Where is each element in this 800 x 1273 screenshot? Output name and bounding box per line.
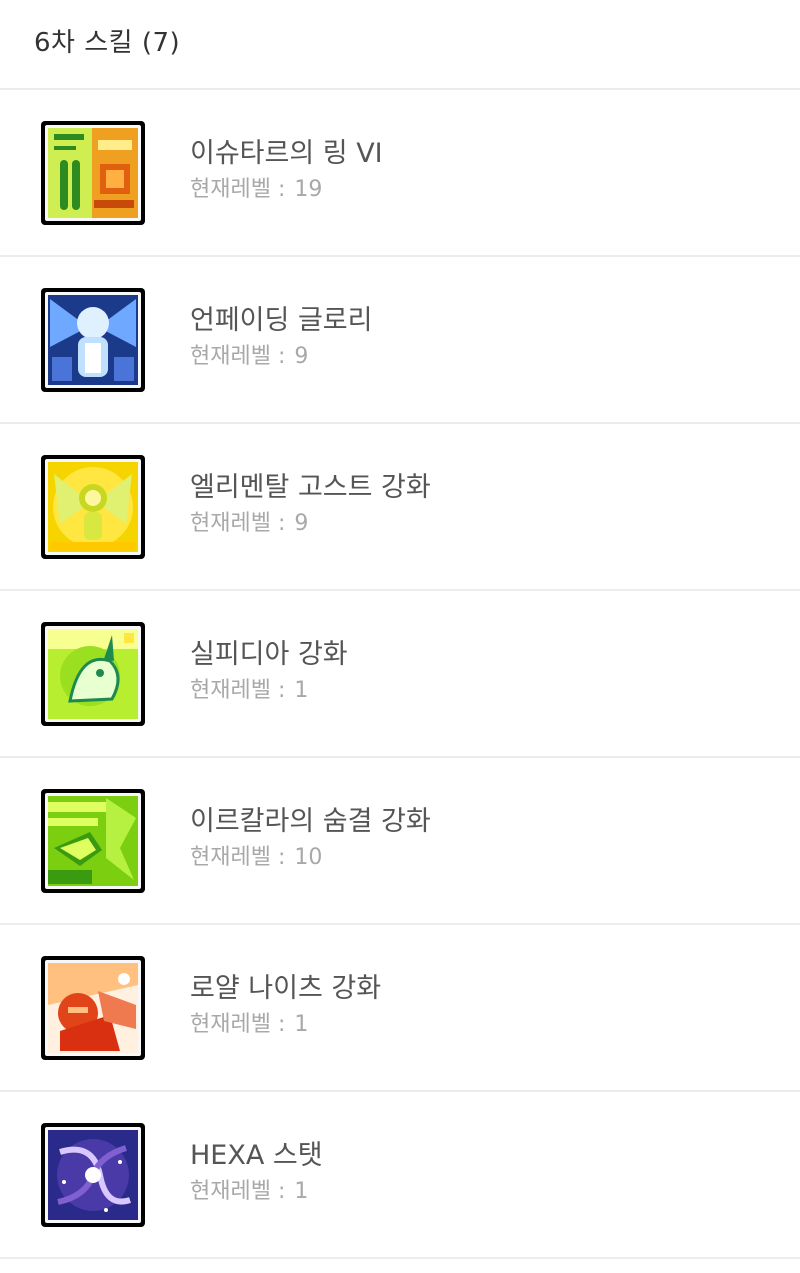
skill-level-label: 현재레벨 : (190, 844, 293, 870)
skill-text: 실피디아 강화 현재레벨 : 1 (190, 637, 348, 707)
skill-level-label: 현재레벨 : (190, 510, 293, 536)
skill-level: 현재레벨 : 1 (190, 1176, 323, 1208)
skill-name: 언페이딩 글로리 (190, 304, 373, 336)
skill-level-value: 1 (294, 1178, 309, 1204)
skill-level: 현재레벨 : 1 (190, 1009, 381, 1041)
skill-row-hexa-stat[interactable]: HEXA 스탯 현재레벨 : 1 (0, 1092, 800, 1259)
skill-row-irkalla-breath[interactable]: 이르칼라의 숨결 강화 현재레벨 : 10 (0, 758, 800, 925)
skill-name: 이르칼라의 숨결 강화 (190, 805, 431, 837)
skill-text: 이르칼라의 숨결 강화 현재레벨 : 10 (190, 804, 431, 874)
royal-knights-icon (41, 955, 145, 1060)
skill-level: 현재레벨 : 9 (190, 508, 431, 540)
skill-name: 실피디아 강화 (190, 638, 348, 670)
skill-name: HEXA 스탯 (190, 1139, 323, 1171)
skill-level-value: 1 (294, 677, 309, 703)
skill-level-label: 현재레벨 : (190, 1011, 293, 1037)
skill-row-sylphidia[interactable]: 실피디아 강화 현재레벨 : 1 (0, 591, 800, 758)
skill-level-value: 19 (294, 176, 323, 202)
skill-level-value: 9 (294, 510, 309, 536)
skill-text: 이슈타르의 링 VI 현재레벨 : 19 (190, 136, 383, 206)
skill-row-elemental-ghost[interactable]: 엘리멘탈 고스트 강화 현재레벨 : 9 (0, 424, 800, 591)
irkalla-breath-icon (41, 788, 145, 893)
skill-level: 현재레벨 : 19 (190, 174, 383, 206)
section-header: 6차 스킬 (7) (0, 0, 800, 90)
skill-level-value: 10 (294, 844, 323, 870)
skill-text: HEXA 스탯 현재레벨 : 1 (190, 1138, 323, 1208)
hexa-stat-icon (41, 1122, 145, 1227)
unfading-glory-icon (41, 287, 145, 392)
skill-name: 로얄 나이츠 강화 (190, 972, 382, 1004)
skill-level-value: 1 (294, 1011, 309, 1037)
skill-text: 엘리멘탈 고스트 강화 현재레벨 : 9 (190, 470, 431, 540)
skill-level-value: 9 (294, 343, 309, 369)
skill-row-royal-knights[interactable]: 로얄 나이츠 강화 현재레벨 : 1 (0, 925, 800, 1092)
skill-level-label: 현재레벨 : (190, 677, 293, 703)
ishtar-ring-icon (41, 120, 145, 225)
skill-text: 로얄 나이츠 강화 현재레벨 : 1 (190, 971, 381, 1041)
skill-level: 현재레벨 : 10 (190, 842, 431, 874)
skill-level-label: 현재레벨 : (190, 1178, 293, 1204)
skill-level-label: 현재레벨 : (190, 176, 293, 202)
skill-level: 현재레벨 : 9 (190, 341, 372, 373)
skill-row-ishtar-ring[interactable]: 이슈타르의 링 VI 현재레벨 : 19 (0, 90, 800, 257)
elemental-ghost-icon (41, 454, 145, 559)
skill-name: 이슈타르의 링 VI (190, 137, 383, 169)
skill-text: 언페이딩 글로리 현재레벨 : 9 (190, 303, 372, 373)
section-title: 6차 스킬 (7) (34, 27, 181, 58)
skill-level-label: 현재레벨 : (190, 343, 293, 369)
skill-row-unfading-glory[interactable]: 언페이딩 글로리 현재레벨 : 9 (0, 257, 800, 424)
sylphidia-icon (41, 621, 145, 726)
skill-list: 이슈타르의 링 VI 현재레벨 : 19 언페이딩 글로리 현재레벨 : 9 엘… (0, 90, 800, 1259)
skill-name: 엘리멘탈 고스트 강화 (190, 471, 431, 503)
skill-level: 현재레벨 : 1 (190, 675, 348, 707)
